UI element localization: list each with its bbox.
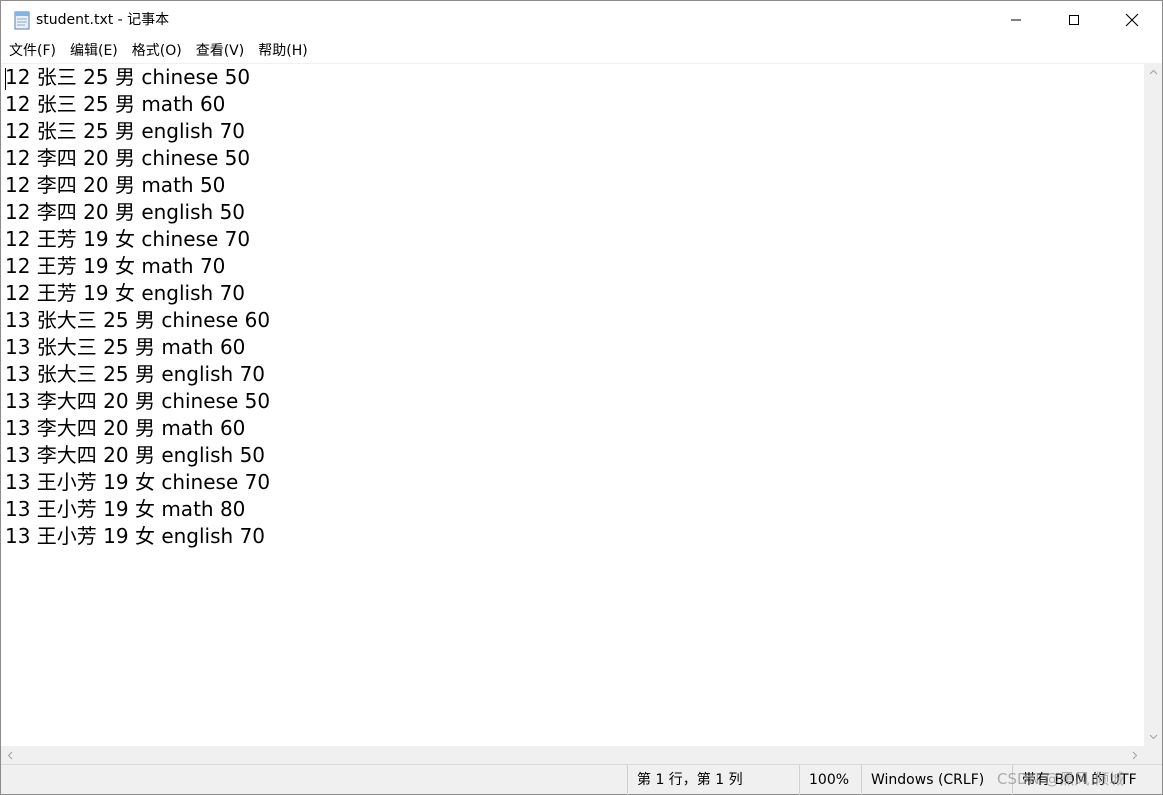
chevron-up-icon — [1149, 69, 1157, 75]
horizontal-scrollbar[interactable] — [1, 746, 1144, 764]
text-line[interactable]: 12 王芳 19 女 english 70 — [1, 280, 1144, 307]
menu-help[interactable]: 帮助(H) — [253, 41, 312, 61]
text-line[interactable]: 13 张大三 25 男 english 70 — [1, 361, 1144, 388]
notepad-window: student.txt - 记事本 文件(F) 编辑(E) 格式(O) 查看(V… — [0, 0, 1163, 795]
vertical-scrollbar[interactable] — [1144, 63, 1162, 746]
close-icon — [1125, 13, 1139, 27]
text-editor[interactable]: 12 张三 25 男 chinese 50 12 张三 25 男 math 60… — [1, 63, 1144, 746]
menu-view[interactable]: 查看(V) — [191, 41, 250, 61]
text-line[interactable]: 12 李四 20 男 math 50 — [1, 172, 1144, 199]
text-line[interactable]: 13 张大三 25 男 math 60 — [1, 334, 1144, 361]
scrollbar-corner — [1144, 746, 1162, 764]
zoom-level: 100% — [799, 765, 861, 795]
menu-edit[interactable]: 编辑(E) — [65, 41, 123, 61]
chevron-left-icon — [7, 751, 13, 759]
text-line[interactable]: 12 李四 20 男 chinese 50 — [1, 145, 1144, 172]
window-title: student.txt - 记事本 — [36, 12, 170, 28]
title-bar[interactable]: student.txt - 记事本 — [1, 1, 1162, 39]
text-line[interactable]: 12 王芳 19 女 math 70 — [1, 253, 1144, 280]
menu-format[interactable]: 格式(O) — [127, 41, 187, 61]
cursor-position: 第 1 行，第 1 列 — [627, 765, 799, 795]
scroll-up-button[interactable] — [1144, 63, 1162, 81]
text-line[interactable]: 12 张三 25 男 english 70 — [1, 118, 1144, 145]
text-line[interactable]: 12 王芳 19 女 chinese 70 — [1, 226, 1144, 253]
close-button[interactable] — [1103, 1, 1161, 39]
text-caret — [5, 68, 6, 90]
menu-bar: 文件(F) 编辑(E) 格式(O) 查看(V) 帮助(H) — [1, 39, 1162, 63]
minimize-icon — [1011, 19, 1021, 21]
text-line[interactable]: 13 李大四 20 男 english 50 — [1, 442, 1144, 469]
text-line[interactable]: 13 王小芳 19 女 math 80 — [1, 496, 1144, 523]
chevron-down-icon — [1149, 734, 1157, 740]
scroll-left-button[interactable] — [1, 746, 19, 764]
text-line[interactable]: 13 李大四 20 男 chinese 50 — [1, 388, 1144, 415]
text-line[interactable]: 13 王小芳 19 女 english 70 — [1, 523, 1144, 550]
scroll-down-button[interactable] — [1144, 728, 1162, 746]
text-line[interactable]: 12 张三 25 男 chinese 50 — [1, 64, 1144, 91]
chevron-right-icon — [1132, 751, 1138, 759]
text-line[interactable]: 13 李大四 20 男 math 60 — [1, 415, 1144, 442]
scroll-right-button[interactable] — [1126, 746, 1144, 764]
maximize-button[interactable] — [1045, 1, 1103, 39]
menu-file[interactable]: 文件(F) — [4, 41, 61, 61]
line-ending: Windows (CRLF) — [861, 765, 1012, 795]
maximize-icon — [1069, 15, 1079, 25]
text-line[interactable]: 12 李四 20 男 english 50 — [1, 199, 1144, 226]
file-encoding: 带有 BOM 的 UTF — [1012, 765, 1162, 795]
status-bar: 第 1 行，第 1 列 100% Windows (CRLF) 带有 BOM 的… — [1, 764, 1162, 795]
text-line[interactable]: 12 张三 25 男 math 60 — [1, 91, 1144, 118]
text-line[interactable]: 13 王小芳 19 女 chinese 70 — [1, 469, 1144, 496]
minimize-button[interactable] — [987, 1, 1045, 39]
notepad-icon — [13, 10, 31, 30]
text-line[interactable]: 13 张大三 25 男 chinese 60 — [1, 307, 1144, 334]
